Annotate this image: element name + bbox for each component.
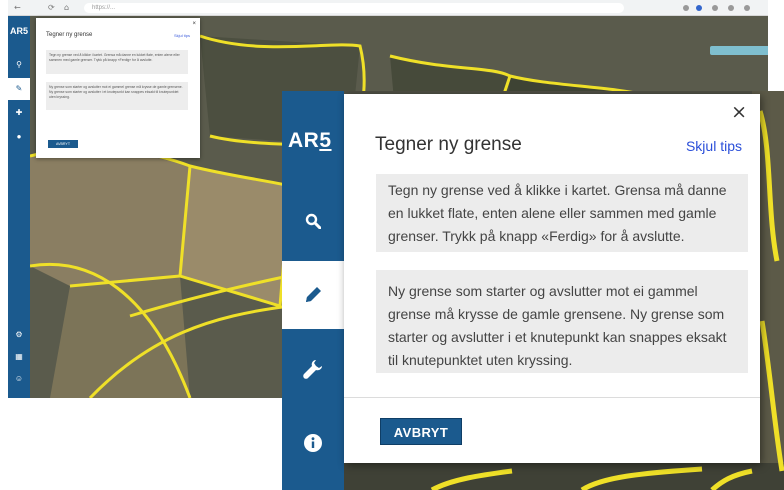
cancel-button[interactable]: AVBRYT [380, 418, 462, 445]
bg-cancel-button[interactable]: AVBRYT [48, 140, 78, 148]
bg-tip-1: Tegn ny grense ved å klikke i kartet. Gr… [46, 50, 188, 74]
bg-hide-tips-link[interactable]: Skjul tips [174, 33, 190, 38]
menu-icon[interactable] [744, 5, 750, 11]
bg-tips-panel: × Tegner ny grense Skjul tips Tegn ny gr… [36, 18, 200, 158]
zoomed-app-window: AR5 × Tegner ny grense Skjul tips Tegn n… [282, 91, 784, 490]
info-icon [304, 434, 322, 452]
info-button[interactable] [282, 409, 344, 477]
bg-pencil-icon[interactable]: ✎ [8, 78, 30, 100]
bg-search-icon[interactable]: ⚲ [8, 54, 30, 76]
bg-logo: AR5 [9, 26, 28, 36]
extension-icon[interactable] [712, 5, 718, 11]
search-button[interactable] [282, 187, 344, 255]
close-icon[interactable]: × [731, 101, 747, 123]
bg-layers-icon[interactable]: ▦ [8, 346, 30, 368]
panel-title: Tegner ny grense [375, 134, 522, 155]
tip-box: Tegn ny grense ved å klikke i kartet. Gr… [376, 174, 748, 252]
pencil-icon [306, 287, 321, 302]
sidebar: AR5 [282, 91, 344, 490]
tools-button[interactable] [282, 335, 344, 403]
profile-icon[interactable] [728, 5, 734, 11]
search-icon [305, 213, 321, 229]
bg-tip-2: Ny grense som starter og avslutter mot e… [46, 82, 188, 110]
extension-icon[interactable] [696, 5, 702, 11]
bg-panel-title: Tegner ny grense [46, 32, 93, 38]
tip-box: Ny grense som starter og avslutter mot e… [376, 270, 748, 373]
hide-tips-link[interactable]: Skjul tips [686, 138, 742, 154]
wrench-icon [303, 360, 322, 379]
app-logo: AR5 [288, 129, 332, 153]
address-bar[interactable]: https://... [84, 3, 624, 13]
logo-text: AR [288, 129, 320, 152]
logo-subscript: 5 [319, 129, 332, 152]
home-icon[interactable]: ⌂ [64, 3, 69, 12]
bg-sidebar: AR5 ⚲ ✎ ✚ ● ⚙ ▦ ☺ [8, 16, 30, 398]
draw-button[interactable] [282, 261, 344, 329]
panel-divider [344, 397, 760, 398]
bg-wrench-icon[interactable]: ✚ [8, 102, 30, 124]
bg-person-icon[interactable]: ☺ [8, 368, 30, 390]
back-icon[interactable]: ← [14, 3, 21, 12]
bg-info-icon[interactable]: ● [8, 126, 30, 148]
browser-toolbar: ← ⟳ ⌂ https://... [8, 0, 768, 16]
tips-panel: × Tegner ny grense Skjul tips Tegn ny gr… [344, 94, 760, 463]
bg-settings-icon[interactable]: ⚙ [8, 324, 30, 346]
extension-icon[interactable] [683, 5, 689, 11]
bg-close-icon[interactable]: × [192, 21, 196, 27]
reload-icon[interactable]: ⟳ [48, 3, 55, 12]
bg-map-badge[interactable] [710, 46, 768, 55]
